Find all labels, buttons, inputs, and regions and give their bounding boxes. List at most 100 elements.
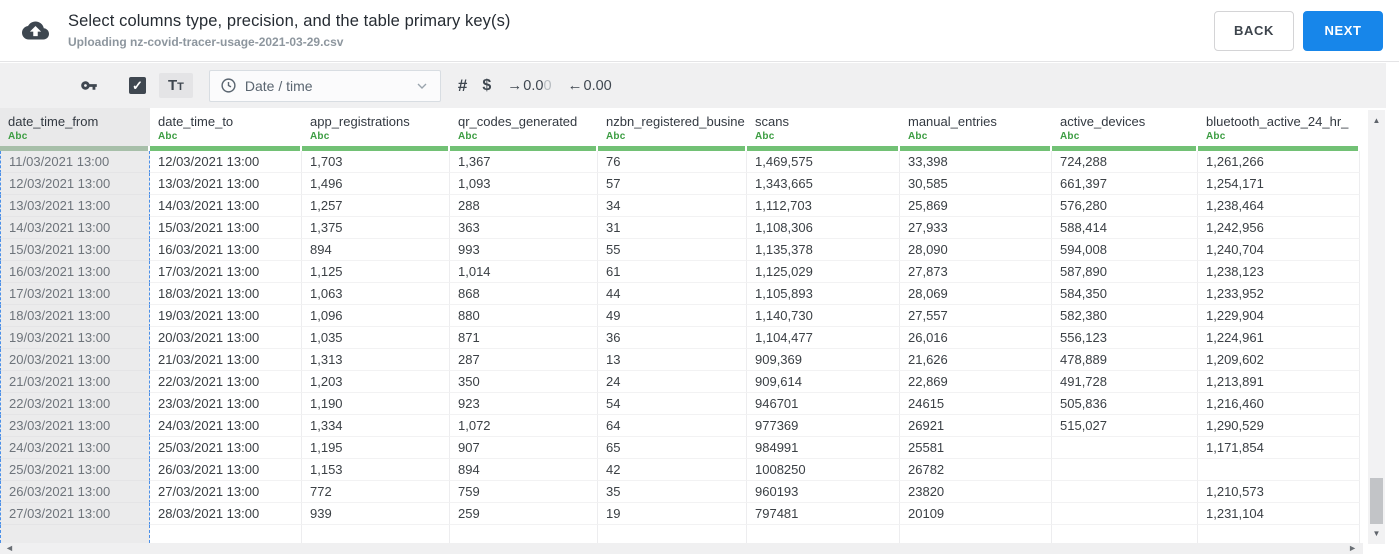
cell[interactable]: 363	[450, 217, 598, 239]
cell[interactable]	[1052, 525, 1198, 543]
cell[interactable]: 584,350	[1052, 283, 1198, 305]
cell[interactable]: 12/03/2021 13:00	[150, 151, 302, 173]
cell[interactable]: 49	[598, 305, 747, 327]
cell[interactable]: 12/03/2021 13:00	[0, 173, 150, 195]
column-type-dropdown[interactable]: Date / time	[208, 69, 441, 102]
scroll-right-arrow-icon[interactable]: ►	[1348, 543, 1357, 554]
column-header[interactable]: bluetooth_active_24_hr_ Abc	[1198, 108, 1360, 146]
vertical-scrollbar-thumb[interactable]	[1370, 478, 1383, 524]
decimal-decrease-button[interactable]: ← 0.00	[568, 77, 612, 94]
cell[interactable]: 1,229,904	[1198, 305, 1360, 327]
cell[interactable]: 576,280	[1052, 195, 1198, 217]
cell[interactable]	[1198, 525, 1360, 543]
cell[interactable]: 55	[598, 239, 747, 261]
cell[interactable]: 1,343,665	[747, 173, 900, 195]
cell[interactable]: 31	[598, 217, 747, 239]
include-column-checkbox[interactable]: ✓	[129, 77, 146, 94]
cell[interactable]: 20109	[900, 503, 1052, 525]
horizontal-scrollbar[interactable]: ◄ ►	[0, 543, 1363, 554]
cell[interactable]	[598, 525, 747, 543]
cell[interactable]: 26/03/2021 13:00	[0, 481, 150, 503]
cell[interactable]: 18/03/2021 13:00	[0, 305, 150, 327]
cell[interactable]: 1,105,893	[747, 283, 900, 305]
cell[interactable]: 1,112,703	[747, 195, 900, 217]
cell[interactable]: 24	[598, 371, 747, 393]
cell[interactable]: 1,210,573	[1198, 481, 1360, 503]
cell[interactable]: 16/03/2021 13:00	[150, 239, 302, 261]
cell[interactable]: 28/03/2021 13:00	[150, 503, 302, 525]
cell[interactable]: 1,209,602	[1198, 349, 1360, 371]
cell[interactable]: 868	[450, 283, 598, 305]
cell[interactable]	[1052, 437, 1198, 459]
cell[interactable]: 993	[450, 239, 598, 261]
cell[interactable]	[747, 525, 900, 543]
cell[interactable]: 724,288	[1052, 151, 1198, 173]
column-header[interactable]: app_registrations Abc	[302, 108, 450, 146]
cell[interactable]: 1,334	[302, 415, 450, 437]
cell[interactable]: 23/03/2021 13:00	[0, 415, 150, 437]
cell[interactable]: 946701	[747, 393, 900, 415]
cell[interactable]: 1,203	[302, 371, 450, 393]
cell[interactable]: 797481	[747, 503, 900, 525]
cell[interactable]: 1,238,464	[1198, 195, 1360, 217]
cell[interactable]: 22/03/2021 13:00	[150, 371, 302, 393]
cell[interactable]: 21,626	[900, 349, 1052, 371]
cell[interactable]: 1,375	[302, 217, 450, 239]
cell[interactable]: 27,933	[900, 217, 1052, 239]
cell[interactable]: 1,238,123	[1198, 261, 1360, 283]
cell[interactable]: 54	[598, 393, 747, 415]
cell[interactable]: 26/03/2021 13:00	[150, 459, 302, 481]
column-header[interactable]: scans Abc	[747, 108, 900, 146]
cell[interactable]: 1,195	[302, 437, 450, 459]
cell[interactable]: 350	[450, 371, 598, 393]
cell[interactable]: 587,890	[1052, 261, 1198, 283]
cell[interactable]	[900, 525, 1052, 543]
scroll-down-arrow-icon[interactable]: ▼	[1368, 529, 1385, 538]
scroll-up-arrow-icon[interactable]: ▲	[1368, 116, 1385, 125]
cell[interactable]: 19/03/2021 13:00	[150, 305, 302, 327]
cell[interactable]: 909,614	[747, 371, 900, 393]
cell[interactable]: 1,242,956	[1198, 217, 1360, 239]
cell[interactable]: 287	[450, 349, 598, 371]
cell[interactable]: 1,213,891	[1198, 371, 1360, 393]
cell[interactable]: 759	[450, 481, 598, 503]
column-header[interactable]: qr_codes_generated Abc	[450, 108, 598, 146]
cell[interactable]: 1,063	[302, 283, 450, 305]
cell[interactable]: 1,703	[302, 151, 450, 173]
cell[interactable]: 27,557	[900, 305, 1052, 327]
primary-key-icon[interactable]	[78, 77, 100, 94]
cell[interactable]: 871	[450, 327, 598, 349]
cell[interactable]: 582,380	[1052, 305, 1198, 327]
cell[interactable]: 64	[598, 415, 747, 437]
cell[interactable]: 21/03/2021 13:00	[0, 371, 150, 393]
cell[interactable]: 1,104,477	[747, 327, 900, 349]
cell[interactable]: 26782	[900, 459, 1052, 481]
back-button[interactable]: BACK	[1214, 10, 1294, 51]
cell[interactable]: 923	[450, 393, 598, 415]
cell[interactable]: 1,035	[302, 327, 450, 349]
cell[interactable]: 13/03/2021 13:00	[0, 195, 150, 217]
cell[interactable]: 1,216,460	[1198, 393, 1360, 415]
cell[interactable]: 15/03/2021 13:00	[0, 239, 150, 261]
cell[interactable]: 1,367	[450, 151, 598, 173]
cell[interactable]: 1,469,575	[747, 151, 900, 173]
cell[interactable]: 977369	[747, 415, 900, 437]
cell[interactable]: 478,889	[1052, 349, 1198, 371]
cell[interactable]: 36	[598, 327, 747, 349]
vertical-scrollbar[interactable]: ▲ ▼	[1368, 110, 1385, 544]
column-header[interactable]: active_devices Abc	[1052, 108, 1198, 146]
next-button[interactable]: NEXT	[1303, 10, 1383, 51]
cell[interactable]: 1,153	[302, 459, 450, 481]
cell[interactable]: 14/03/2021 13:00	[0, 217, 150, 239]
cell[interactable]: 1,231,104	[1198, 503, 1360, 525]
cell[interactable]: 1,072	[450, 415, 598, 437]
cell[interactable]: 909,369	[747, 349, 900, 371]
cell[interactable]: 1,261,266	[1198, 151, 1360, 173]
cell[interactable]: 13/03/2021 13:00	[150, 173, 302, 195]
cell[interactable]: 28,090	[900, 239, 1052, 261]
cell[interactable]	[0, 525, 150, 543]
cell[interactable]: 24/03/2021 13:00	[150, 415, 302, 437]
cell[interactable]: 772	[302, 481, 450, 503]
cell[interactable]: 27/03/2021 13:00	[150, 481, 302, 503]
cell[interactable]: 1,254,171	[1198, 173, 1360, 195]
